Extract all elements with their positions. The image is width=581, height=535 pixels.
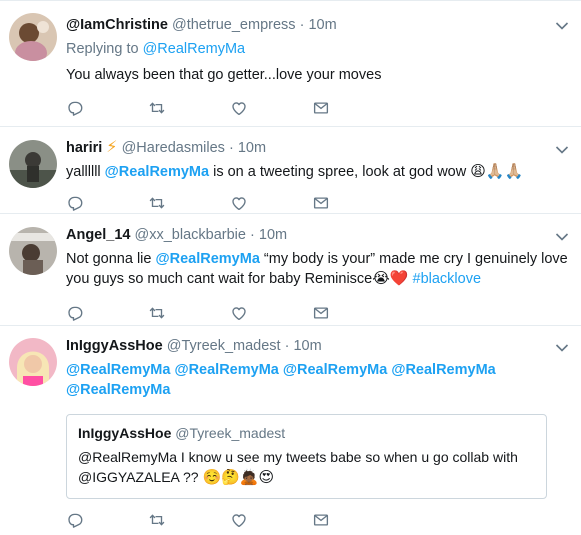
like-button[interactable] (230, 511, 312, 529)
avatar[interactable] (9, 227, 57, 275)
direct-message-icon (312, 304, 330, 322)
direct-message-button[interactable] (312, 99, 394, 117)
username[interactable]: @Haredasmiles (122, 140, 225, 156)
tweet-text-start: Not gonna lie (66, 251, 156, 267)
retweet-icon (148, 304, 166, 322)
avatar-image (9, 338, 57, 386)
direct-message-button[interactable] (312, 194, 394, 212)
tweet-header: Angel_14 @xx_blackbarbie · 10m (66, 226, 569, 245)
avatar-image (9, 227, 57, 275)
quoted-text: @RealRemyMa I know u see my tweets babe … (78, 449, 518, 485)
tweet-text: @RealRemyMa @RealRemyMa @RealRemyMa @Rea… (66, 360, 569, 400)
separator-dot: · (250, 227, 255, 243)
avatar[interactable] (9, 13, 57, 61)
emoji: 😭❤️ (372, 270, 409, 287)
retweet-button[interactable] (148, 304, 230, 322)
mention-link[interactable]: @RealRemyMa (66, 382, 170, 398)
timestamp[interactable]: 10m (308, 17, 336, 33)
display-name[interactable]: @IamChristine (66, 17, 168, 33)
username[interactable]: @Tyreek_madest (167, 338, 281, 354)
emoji: 😩🙏🏼🙏🏼 (470, 163, 524, 180)
timestamp[interactable]: 10m (293, 338, 321, 354)
retweet-button[interactable] (148, 194, 230, 212)
separator-dot: · (299, 17, 305, 33)
direct-message-icon (312, 511, 330, 529)
tweet-header: @IamChristine @thetrue_empress · 10m (66, 16, 569, 35)
tweet[interactable]: InIggyAssHoe @Tyreek_madest · 10m @RealR… (0, 326, 581, 535)
timestamp[interactable]: 10m (238, 140, 266, 156)
hashtag-link[interactable]: #blacklove (413, 271, 482, 287)
like-icon (230, 511, 248, 529)
mention-link[interactable]: @RealRemyMa (391, 362, 495, 378)
reply-context: Replying to @RealRemyMa (66, 41, 569, 57)
username[interactable]: @thetrue_empress (172, 17, 296, 33)
retweet-icon (148, 194, 166, 212)
timestamp[interactable]: 10m (259, 227, 287, 243)
retweet-button[interactable] (148, 511, 230, 529)
reply-icon (66, 511, 84, 529)
like-icon (230, 99, 248, 117)
lightning-icon: ⚡ (106, 139, 118, 156)
direct-message-button[interactable] (312, 511, 394, 529)
quoted-display-name: InIggyAssHoe (78, 425, 172, 441)
tweet[interactable]: @IamChristine @thetrue_empress · 10m Rep… (0, 0, 581, 127)
tweet-header: hariri ⚡ @Haredasmiles · 10m (66, 138, 569, 158)
mention-link[interactable]: @RealRemyMa (174, 362, 278, 378)
tweet-actions (66, 304, 394, 322)
retweet-button[interactable] (148, 99, 230, 117)
retweet-icon (148, 511, 166, 529)
like-button[interactable] (230, 99, 312, 117)
avatar-image (9, 13, 57, 61)
quoted-tweet-header: InIggyAssHoe @Tyreek_madest (78, 425, 535, 441)
reply-button[interactable] (66, 194, 148, 212)
tweet-header: InIggyAssHoe @Tyreek_madest · 10m (66, 337, 569, 356)
tweet-actions (66, 511, 394, 529)
reply-button[interactable] (66, 511, 148, 529)
avatar[interactable] (9, 140, 57, 188)
like-button[interactable] (230, 194, 312, 212)
mention-link[interactable]: @RealRemyMa (155, 251, 259, 267)
emoji: ☺️🤔🙇🏾😍 (202, 469, 275, 486)
tweet-actions (66, 194, 394, 212)
tweet-text: Not gonna lie @RealRemyMa “my body is yo… (66, 249, 569, 289)
quoted-tweet-text: @RealRemyMa I know u see my tweets babe … (78, 447, 535, 488)
tweet[interactable]: hariri ⚡ @Haredasmiles · 10m yallllll @R… (0, 127, 581, 214)
retweet-icon (148, 99, 166, 117)
like-icon (230, 194, 248, 212)
avatar-image (9, 140, 57, 188)
direct-message-button[interactable] (312, 304, 394, 322)
tweet-text: You always been that go getter...love yo… (66, 67, 382, 83)
username[interactable]: @xx_blackbarbie (135, 227, 246, 243)
separator-dot: · (228, 140, 234, 156)
tweet-text-end: is on a tweeting spree, look at god wow (209, 164, 471, 180)
reply-button[interactable] (66, 304, 148, 322)
reply-to-link[interactable]: @RealRemyMa (143, 41, 246, 57)
reply-icon (66, 194, 84, 212)
tweet-text-start: yallllll (66, 164, 105, 180)
tweet-actions (66, 99, 394, 117)
direct-message-icon (312, 99, 330, 117)
display-name[interactable]: Angel_14 (66, 227, 130, 243)
reply-prefix: Replying to (66, 41, 139, 57)
direct-message-icon (312, 194, 330, 212)
separator-dot: · (284, 338, 290, 354)
reply-icon (66, 304, 84, 322)
reply-button[interactable] (66, 99, 148, 117)
quoted-username: @Tyreek_madest (175, 425, 286, 441)
mention-link[interactable]: @RealRemyMa (105, 164, 209, 180)
display-name[interactable]: InIggyAssHoe (66, 338, 163, 354)
like-button[interactable] (230, 304, 312, 322)
like-icon (230, 304, 248, 322)
avatar[interactable] (9, 338, 57, 386)
tweet[interactable]: Angel_14 @xx_blackbarbie · 10m Not gonna… (0, 214, 581, 326)
display-name[interactable]: hariri (66, 140, 102, 156)
reply-icon (66, 99, 84, 117)
quoted-tweet[interactable]: InIggyAssHoe @Tyreek_madest @RealRemyMa … (66, 414, 547, 499)
mention-link[interactable]: @RealRemyMa (66, 362, 170, 378)
tweet-text: yallllll @RealRemyMa is on a tweeting sp… (66, 162, 569, 182)
mention-link[interactable]: @RealRemyMa (283, 362, 387, 378)
